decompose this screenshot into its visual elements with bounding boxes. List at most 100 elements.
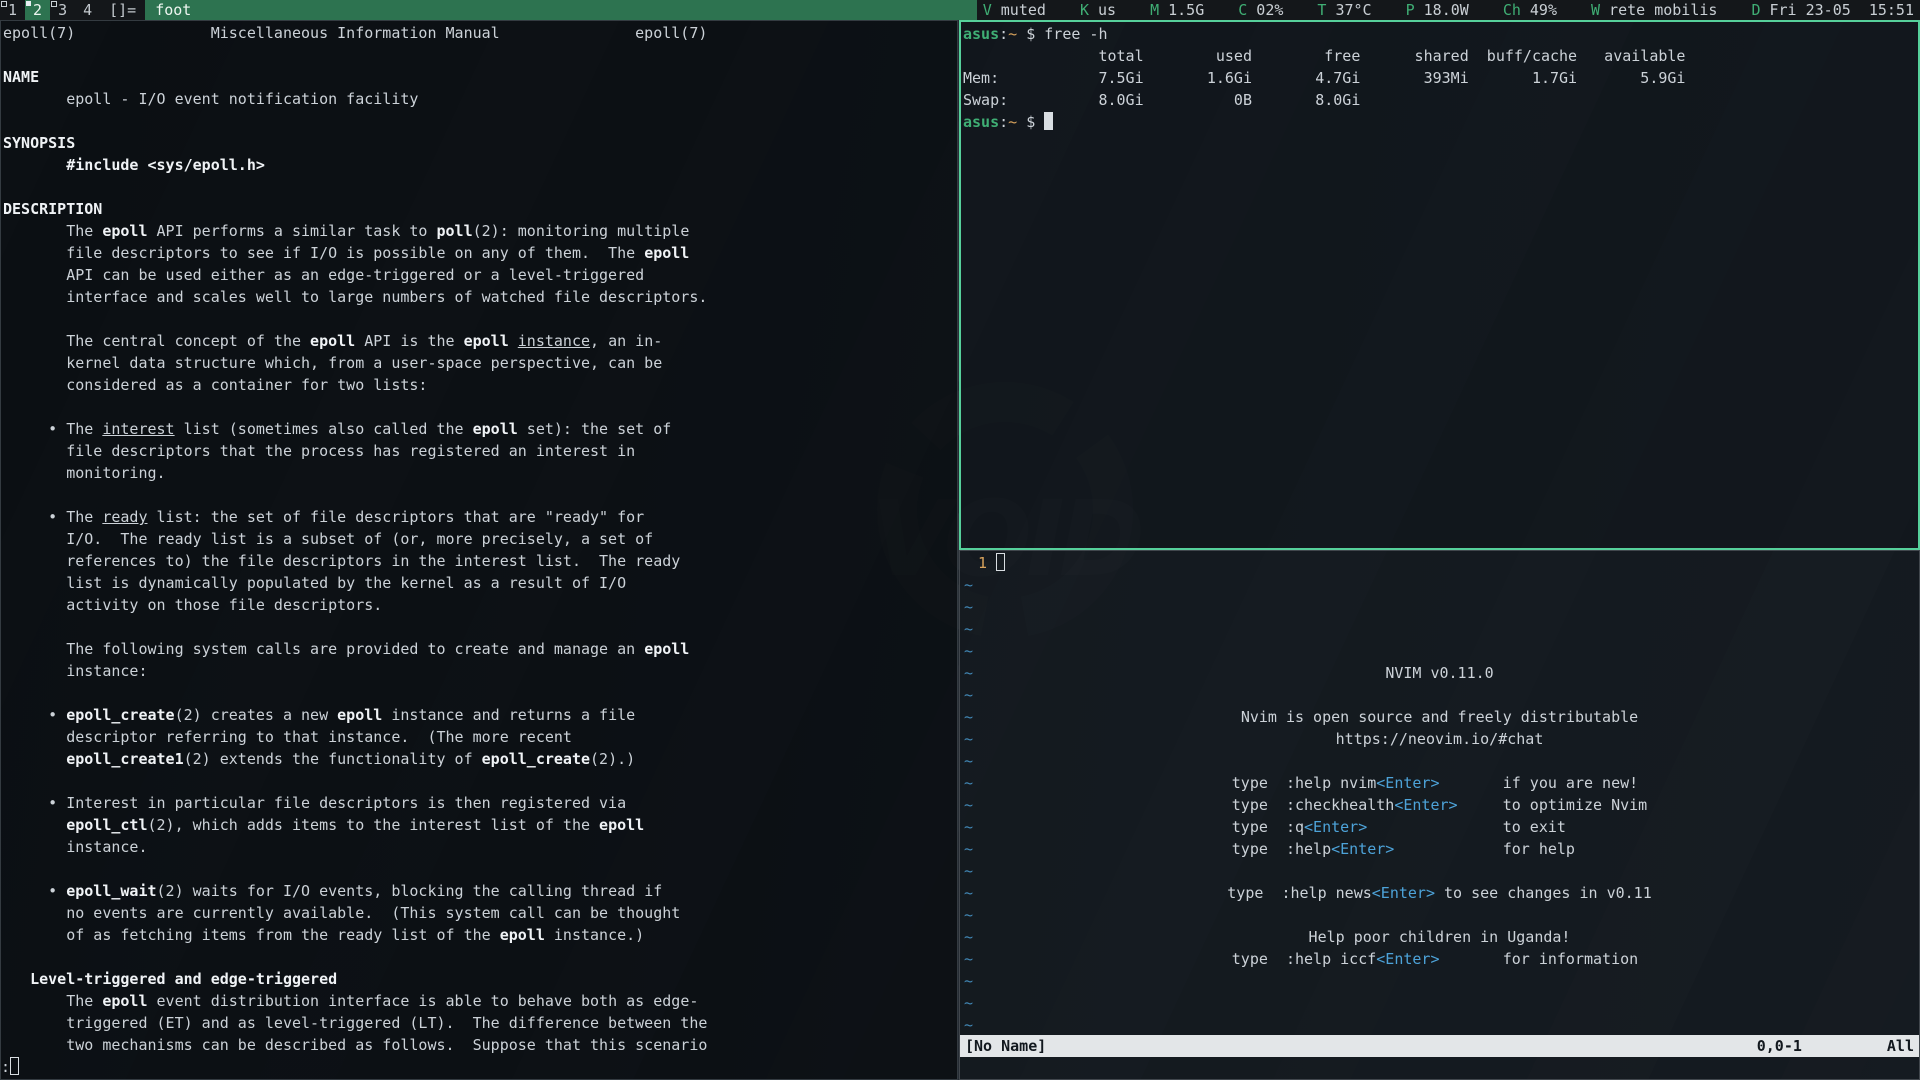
nvim-eob-tilde: ~ — [960, 598, 973, 616]
shell-output-line: Swap: 8.0Gi 0B 8.0Gi — [963, 89, 1918, 111]
terminal-window-shell[interactable]: asus:~ $ free -h total used free shared … — [959, 20, 1920, 550]
man-line: no events are currently available. (This… — [3, 902, 957, 924]
tag-client-indicator — [26, 1, 31, 6]
plain-text: to exit — [1367, 818, 1647, 836]
man-line: • epoll_wait(2) waits for I/O events, bl… — [3, 880, 957, 902]
plain-text: The central concept of the — [3, 332, 310, 350]
plain-text: type :help news — [1227, 884, 1372, 902]
styled-text-enter: <Enter> — [1376, 774, 1439, 792]
tag-3[interactable]: 3 — [50, 0, 75, 20]
man-line: epoll - I/O event notification facility — [3, 88, 957, 110]
prompt-path: ~ — [1008, 25, 1017, 43]
man-line: epoll_create1(2) extends the functionali… — [3, 748, 957, 770]
shell-content: asus:~ $ free -h total used free shared … — [961, 22, 1918, 133]
nvim-row: ~ — [960, 640, 1919, 662]
plain-text: • The — [3, 508, 102, 526]
shell-command: free -h — [1044, 25, 1107, 43]
plain-text: epoll - I/O event notification facility — [3, 90, 418, 108]
plain-text: instance.) — [545, 926, 644, 944]
plain-text: to see changes in v0.11 — [1435, 884, 1652, 902]
man-line: The epoll API performs a similar task to… — [3, 220, 957, 242]
styled-text-enter: <Enter> — [1304, 818, 1367, 836]
plain-text: https://neovim.io/#chat — [1336, 730, 1544, 748]
plain-text: • Interest in particular file descriptor… — [3, 794, 626, 812]
plain-text: type :q — [1232, 818, 1304, 836]
plain-text: (2) extends the functionality of — [184, 750, 482, 768]
prompt-symbol: $ — [1017, 25, 1044, 43]
nvim-row: 1 — [960, 552, 1919, 574]
nvim-eob-tilde: ~ — [960, 1016, 973, 1034]
nvim-buffer-area: 1 ~~~~~NVIM v0.11.0~~Nvim is open source… — [960, 551, 1919, 1035]
nvim-intro-line: type :help nvim<Enter> if you are new! — [960, 772, 1919, 794]
plain-text: list (sometimes also called the — [175, 420, 473, 438]
nvim-row: ~type :help news<Enter> to see changes i… — [960, 882, 1919, 904]
plain-text: for help — [1394, 840, 1647, 858]
status-value: Fri 23-05 15:51 — [1760, 1, 1914, 19]
styled-text-b: epoll — [500, 926, 545, 944]
man-line: DESCRIPTION — [3, 198, 957, 220]
plain-text: Nvim is open source and freely distribut… — [1241, 708, 1638, 726]
terminal-window-manpage[interactable]: epoll(7) Miscellaneous Information Manua… — [0, 20, 958, 1080]
man-line — [3, 682, 957, 704]
styled-text-b: epoll_create — [66, 706, 174, 724]
man-line — [3, 484, 957, 506]
plain-text: instance and returns a file — [382, 706, 635, 724]
workspace-tags: 1234 — [0, 0, 100, 20]
man-line: epoll(7) Miscellaneous Information Manua… — [3, 22, 957, 44]
shell-output-line: total used free shared buff/cache availa… — [963, 45, 1918, 67]
status-key: P — [1406, 1, 1415, 19]
nvim-row: ~ — [960, 970, 1919, 992]
man-line: The epoll event distribution interface i… — [3, 990, 957, 1012]
status-blocks: V mutedK usM 1.5GC 02%T 37°CP 18.0WCh 49… — [977, 0, 1920, 20]
nvim-eob-tilde: ~ — [960, 686, 973, 704]
tag-2[interactable]: 2 — [25, 0, 50, 20]
nvim-row: ~type :help<Enter> for help — [960, 838, 1919, 860]
styled-text-b: epoll_create1 — [66, 750, 183, 768]
plain-text: of as fetching items from the ready list… — [3, 926, 500, 944]
styled-text-b: Level-triggered and edge-triggered — [30, 970, 337, 988]
plain-text: • The — [3, 420, 102, 438]
man-line: • epoll_create(2) creates a new epoll in… — [3, 704, 957, 726]
plain-text: The — [3, 992, 102, 1010]
plain-text — [3, 750, 66, 768]
status-value: muted — [992, 1, 1046, 19]
nvim-row: ~ — [960, 684, 1919, 706]
nvim-intro-line: type :help<Enter> for help — [960, 838, 1919, 860]
plain-text: (2): monitoring multiple — [473, 222, 690, 240]
styled-text-b: epoll — [599, 816, 644, 834]
status-segment-m: M 1.5G — [1150, 0, 1204, 20]
prompt-host: asus — [963, 113, 999, 131]
plain-text: kernel data structure which, from a user… — [3, 354, 662, 372]
man-line: SYNOPSIS — [3, 132, 957, 154]
styled-text-u: interest — [102, 420, 174, 438]
man-line — [3, 770, 957, 792]
pager-prompt-line[interactable]: : — [1, 1056, 957, 1078]
nvim-ruler-scroll: All — [1887, 1035, 1914, 1057]
status-segment-c: C 02% — [1238, 0, 1283, 20]
tag-4[interactable]: 4 — [75, 0, 100, 20]
man-line: activity on those file descriptors. — [3, 594, 957, 616]
nvim-cmdline[interactable] — [960, 1057, 1919, 1079]
layout-indicator[interactable]: []= — [100, 0, 145, 20]
man-page-content: epoll(7) Miscellaneous Information Manua… — [1, 21, 957, 1056]
status-key: C — [1238, 1, 1247, 19]
shell-prompt-line[interactable]: asus:~ $ — [963, 111, 1918, 133]
nvim-row: ~ — [960, 860, 1919, 882]
nvim-buffer-name: [No Name] — [965, 1035, 1046, 1057]
nvim-row: ~https://neovim.io/#chat — [960, 728, 1919, 750]
styled-text-b: poll — [436, 222, 472, 240]
man-line — [3, 616, 957, 638]
plain-text: Help poor children in Uganda! — [1309, 928, 1571, 946]
nvim-intro-line: Help poor children in Uganda! — [960, 926, 1919, 948]
plain-text: (2).) — [590, 750, 635, 768]
man-line: of as fetching items from the ready list… — [3, 924, 957, 946]
man-line: monitoring. — [3, 462, 957, 484]
plain-text: API is the — [355, 332, 463, 350]
tag-1[interactable]: 1 — [0, 0, 25, 20]
styled-text-b: epoll — [644, 640, 689, 658]
status-key: M — [1150, 1, 1159, 19]
tag-client-indicator — [1, 1, 7, 7]
plain-text: • — [3, 882, 66, 900]
nvim-window[interactable]: 1 ~~~~~NVIM v0.11.0~~Nvim is open source… — [959, 550, 1920, 1080]
status-segment-w: W rete mobilis — [1591, 0, 1717, 20]
